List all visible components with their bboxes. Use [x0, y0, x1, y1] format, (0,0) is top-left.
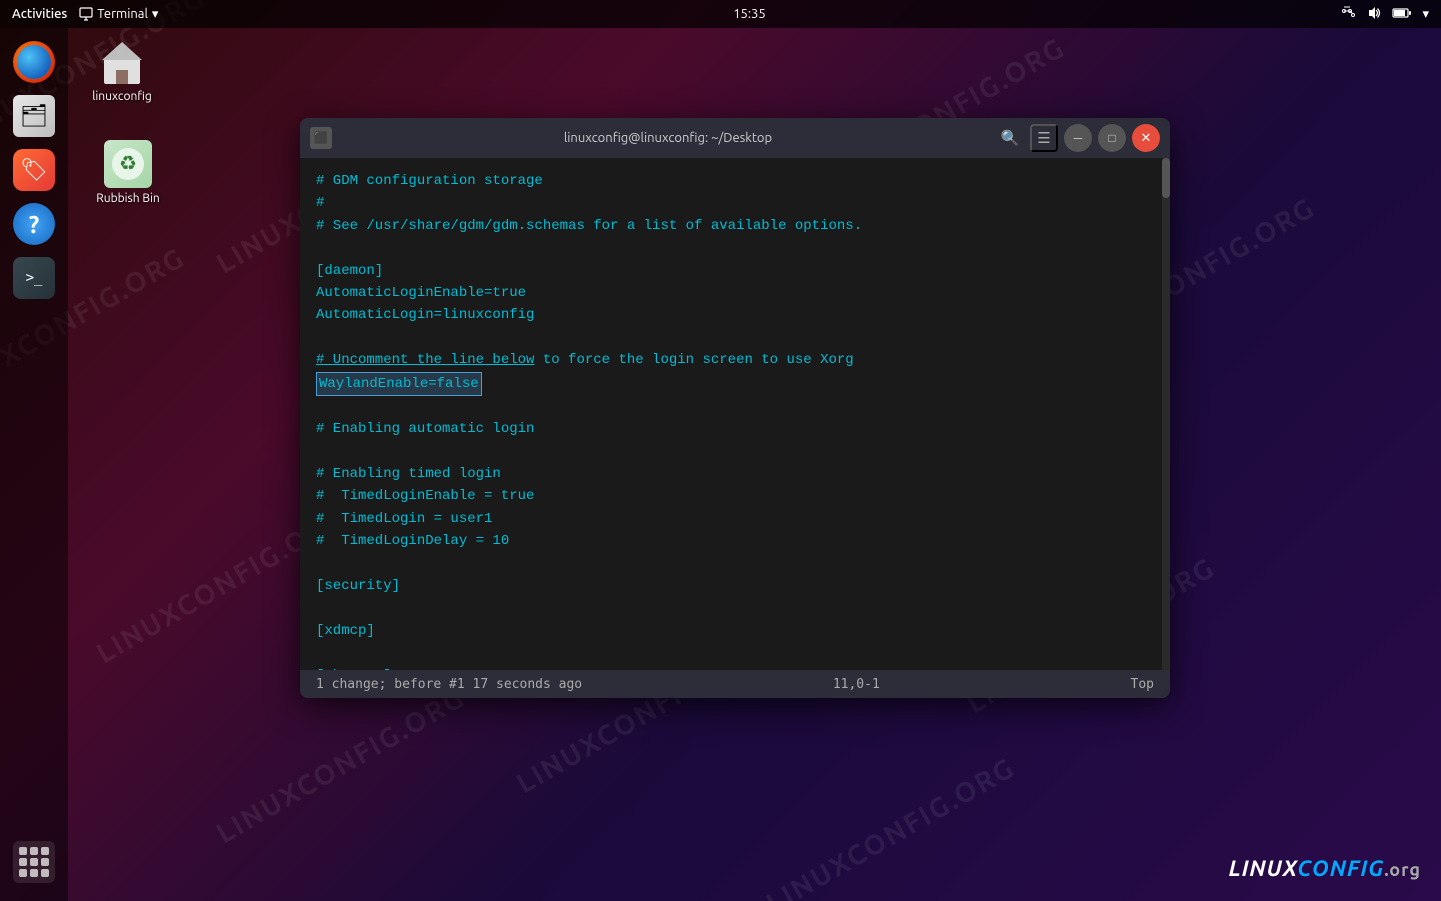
titlebar-buttons: 🔍 ☰ ─ □ ✕ — [996, 124, 1160, 152]
menu-button[interactable]: ☰ — [1030, 124, 1058, 152]
topbar-left: Activities Terminal ▾ — [12, 7, 158, 22]
maximize-button[interactable]: □ — [1098, 124, 1126, 152]
topbar: Activities Terminal ▾ 15:35 — [0, 0, 1441, 28]
line-autologin-comment: # Enabling automatic login — [316, 418, 1154, 440]
line-3: # See /usr/share/gdm/gdm.schemas for a l… — [316, 215, 1154, 237]
line-timedlogindelay: # TimedLoginDelay = 10 — [316, 530, 1154, 552]
appstore-icon: 🏷 — [13, 149, 55, 191]
line-uncomment: # Uncomment the line below to force the … — [316, 349, 1154, 371]
line-daemon: [daemon] — [316, 260, 1154, 282]
dock-item-terminal[interactable]: >_ — [10, 254, 58, 302]
line-wayland: WaylandEnable=false — [316, 372, 1154, 396]
terminal-scrollbar[interactable] — [1162, 158, 1170, 670]
terminal-window: ⬛ linuxconfig@linuxconfig: ~/Desktop 🔍 ☰… — [300, 118, 1170, 698]
statusbar-left: 1 change; before #1 17 seconds ago — [316, 677, 582, 692]
volume-icon[interactable] — [1366, 6, 1382, 23]
linuxconfig-home-icon — [98, 38, 146, 86]
dock-bottom — [10, 838, 58, 886]
line-blank-7 — [316, 642, 1154, 664]
line-blank-1 — [316, 237, 1154, 259]
linuxconfig-icon-label: linuxconfig — [92, 90, 152, 103]
line-timedlogin: # TimedLogin = user1 — [316, 508, 1154, 530]
selected-wayland-line: WaylandEnable=false — [316, 372, 482, 396]
rubbish-bin-icon[interactable]: ♻ Rubbish Bin — [88, 140, 168, 205]
topbar-right: ▾ — [1340, 6, 1429, 23]
topbar-terminal-label[interactable]: Terminal — [97, 7, 148, 21]
topbar-time: 15:35 — [733, 7, 766, 21]
terminal-title: linuxconfig@linuxconfig: ~/Desktop — [340, 131, 996, 145]
line-blank-4 — [316, 441, 1154, 463]
terminal-icon: >_ — [13, 257, 55, 299]
activities-button[interactable]: Activities — [12, 7, 67, 21]
dock-apps-button[interactable] — [10, 838, 58, 886]
minimize-button[interactable]: ─ — [1064, 124, 1092, 152]
apps-grid-icon — [13, 841, 55, 883]
search-button[interactable]: 🔍 — [996, 124, 1024, 152]
dock-item-firefox[interactable] — [10, 38, 58, 86]
terminal-titlebar: ⬛ linuxconfig@linuxconfig: ~/Desktop 🔍 ☰… — [300, 118, 1170, 158]
titlebar-app-icon: ⬛ — [310, 127, 332, 149]
statusbar-mid: 11,0-1 — [833, 677, 880, 692]
dock-item-appstore[interactable]: 🏷 — [10, 146, 58, 194]
terminal-icon-text: >_ — [26, 270, 43, 286]
desktop-icon-linuxconfig[interactable]: linuxconfig — [82, 38, 162, 103]
line-autologin: AutomaticLogin=linuxconfig — [316, 304, 1154, 326]
brand-linux: LINUX — [1229, 856, 1298, 881]
firefox-icon — [13, 41, 55, 83]
files-icon: 🗂 — [13, 95, 55, 137]
line-chooser: [chooser] — [316, 665, 1154, 670]
terminal-body[interactable]: # GDM configuration storage # # See /usr… — [300, 158, 1170, 670]
topbar-clock: 15:35 — [733, 7, 766, 21]
line-blank-5 — [316, 553, 1154, 575]
svg-text:♻: ♻ — [119, 151, 137, 174]
line-autologinenable: AutomaticLoginEnable=true — [316, 282, 1154, 304]
dock: 🗂 🏷 ? >_ — [0, 28, 68, 901]
rubbish-bin-image: ♻ — [104, 140, 152, 188]
line-security: [security] — [316, 575, 1154, 597]
statusbar-right: Top — [1131, 677, 1154, 692]
topbar-dropdown-arrow[interactable]: ▾ — [152, 7, 159, 22]
monitor-icon — [79, 7, 93, 21]
brand-config: CONFIG — [1297, 856, 1384, 881]
line-blank-2 — [316, 327, 1154, 349]
dock-item-files[interactable]: 🗂 — [10, 92, 58, 140]
network-icon[interactable] — [1340, 6, 1356, 23]
line-timedloginenable: # TimedLoginEnable = true — [316, 485, 1154, 507]
line-blank-3 — [316, 396, 1154, 418]
rubbish-bin-label: Rubbish Bin — [96, 192, 159, 205]
line-1: # GDM configuration storage — [316, 170, 1154, 192]
terminal-statusbar: 1 change; before #1 17 seconds ago 11,0-… — [300, 670, 1170, 698]
dock-item-help[interactable]: ? — [10, 200, 58, 248]
scrollbar-thumb — [1162, 158, 1170, 198]
line-blank-6 — [316, 597, 1154, 619]
topbar-terminal-indicator: Terminal ▾ — [79, 7, 158, 22]
close-button[interactable]: ✕ — [1132, 124, 1160, 152]
line-timedlogin-comment: # Enabling timed login — [316, 463, 1154, 485]
line-2: # — [316, 192, 1154, 214]
underline-span: # Uncomment the line below — [316, 352, 534, 368]
topbar-dropdown-arrow2[interactable]: ▾ — [1422, 7, 1429, 22]
brand-org: .org — [1384, 860, 1421, 880]
line-xdmcp: [xdmcp] — [316, 620, 1154, 642]
brand-watermark: LINUXCONFIG.org — [1229, 856, 1421, 881]
help-icon: ? — [13, 203, 55, 245]
battery-icon[interactable] — [1392, 7, 1412, 22]
